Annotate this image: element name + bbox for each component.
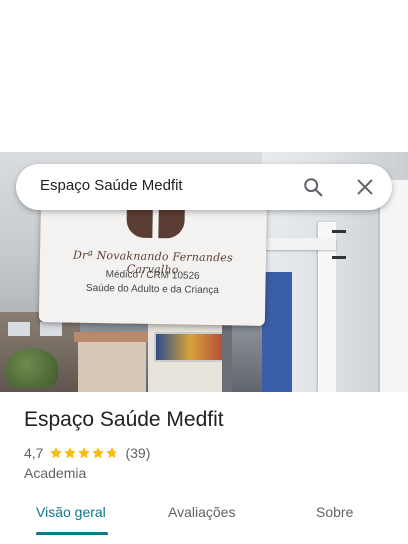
tab-overview[interactable]: Visão geral xyxy=(36,504,106,520)
house xyxy=(74,332,150,392)
search-bar[interactable]: Espaço Saúde Medfit xyxy=(16,164,392,210)
star-icon xyxy=(78,447,91,459)
screw xyxy=(332,230,346,233)
blank-top-area xyxy=(0,0,408,152)
star-icon xyxy=(50,447,63,459)
sign-crm: Médico / CRM 10526 xyxy=(105,269,200,282)
tab-about[interactable]: Sobre xyxy=(316,504,353,520)
star-icon xyxy=(106,447,119,459)
place-category[interactable]: Academia xyxy=(24,465,86,481)
star-icon xyxy=(64,447,77,459)
sign-specialty: Saúde do Adulto e da Criança xyxy=(85,282,219,297)
review-count[interactable]: (39) xyxy=(125,445,150,461)
rating-stars xyxy=(49,446,119,460)
rating-value: 4,7 xyxy=(24,445,44,461)
tab-reviews[interactable]: Avaliações xyxy=(168,504,235,520)
sign-bracket xyxy=(262,238,336,250)
clinic-logo-icon xyxy=(126,205,185,239)
shop-building xyxy=(148,324,228,392)
tab-bar: Visão geral Avaliações Sobre xyxy=(0,494,408,544)
rating-row[interactable]: 4,7 (39) xyxy=(24,444,150,462)
screw xyxy=(332,256,346,259)
tree xyxy=(6,348,58,388)
place-title: Espaço Saúde Medfit xyxy=(24,408,224,431)
search-input[interactable]: Espaço Saúde Medfit xyxy=(40,177,183,194)
active-tab-indicator xyxy=(36,532,108,535)
close-icon[interactable] xyxy=(354,176,376,198)
search-icon[interactable] xyxy=(302,176,324,198)
star-icon xyxy=(92,447,105,459)
